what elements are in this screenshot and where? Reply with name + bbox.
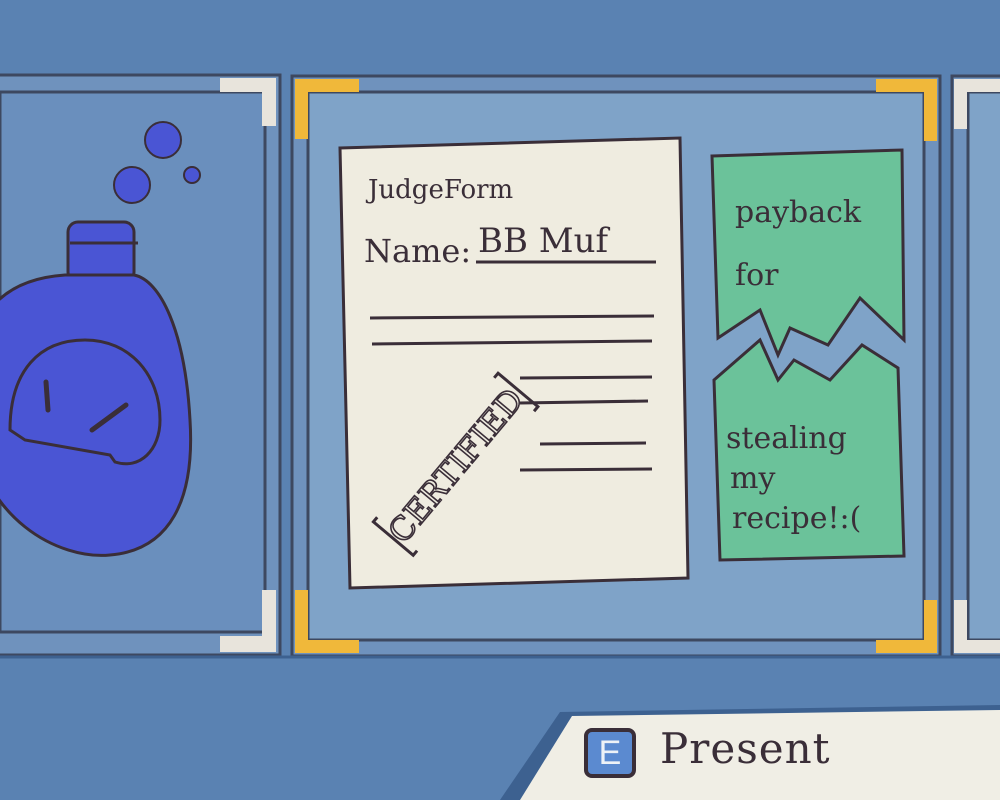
card-judge-form[interactable]: JudgeForm Name: BB Muf CERTIFIED payback… bbox=[290, 74, 942, 658]
form-title: JudgeForm bbox=[365, 175, 513, 205]
judge-form-paper: JudgeForm Name: BB Muf CERTIFIED bbox=[338, 136, 690, 590]
note-line-3: stealing bbox=[726, 421, 847, 456]
present-button[interactable]: Present bbox=[660, 724, 831, 773]
card-right-partial[interactable] bbox=[950, 74, 1000, 658]
note-line-1: payback bbox=[735, 195, 862, 230]
note-line-4: my bbox=[730, 461, 775, 496]
key-e-icon[interactable]: E bbox=[584, 728, 636, 778]
note-line-5: recipe!:( bbox=[732, 501, 861, 536]
inventory-scene: JudgeForm Name: BB Muf CERTIFIED payback… bbox=[0, 0, 1000, 800]
form-name-label: Name: bbox=[364, 232, 471, 270]
form-name-value: BB Muf bbox=[478, 221, 610, 261]
note-line-2: for bbox=[735, 258, 779, 293]
card-potion[interactable] bbox=[0, 73, 282, 657]
